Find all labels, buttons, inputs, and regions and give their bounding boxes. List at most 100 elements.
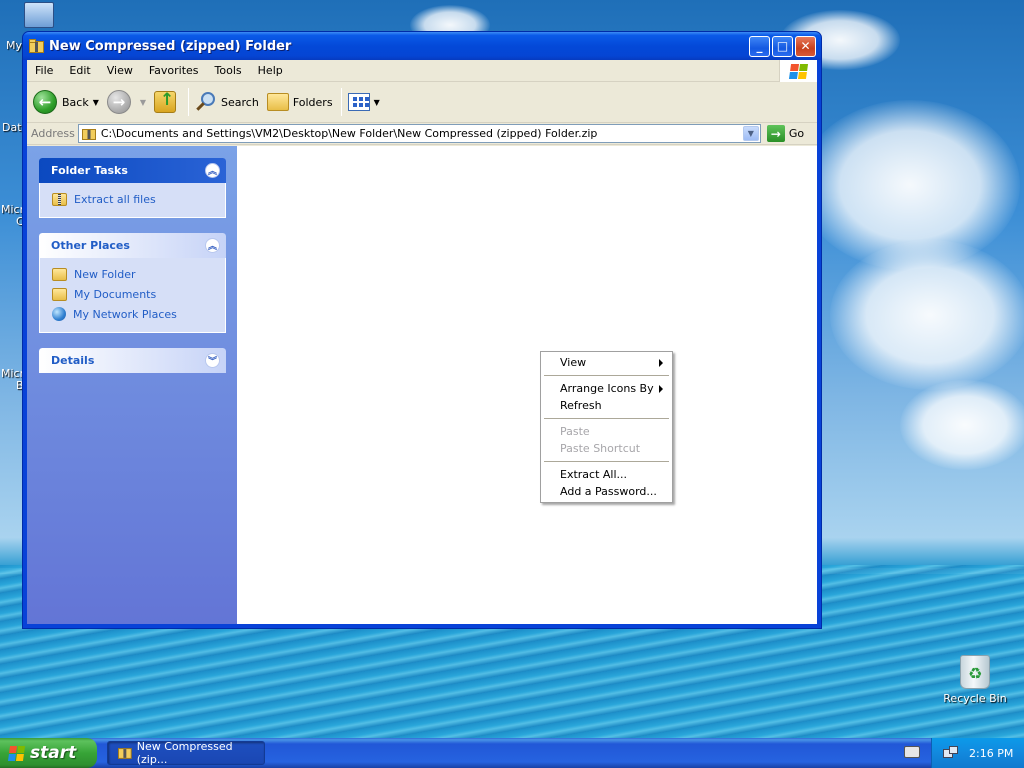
ctx-view-label: View <box>560 356 587 369</box>
my-documents-label: My Documents <box>74 287 157 301</box>
zip-folder-icon <box>29 39 44 53</box>
search-button[interactable]: Search <box>195 91 259 113</box>
ctx-arrange-label: Arrange Icons By <box>560 382 654 395</box>
other-places-header[interactable]: Other Places ︽ <box>39 233 226 258</box>
expand-chevron-icon[interactable]: ︾ <box>205 353 220 368</box>
start-button[interactable]: start <box>0 738 97 768</box>
maximize-button[interactable]: □ <box>772 35 793 57</box>
ctx-refresh-label: Refresh <box>560 399 602 412</box>
folder-tasks-title: Folder Tasks <box>51 164 128 177</box>
details-title: Details <box>51 354 95 367</box>
ctx-extract-all[interactable]: Extract All... <box>543 466 670 483</box>
new-folder-link[interactable]: New Folder <box>52 264 213 284</box>
forward-dropdown-icon[interactable]: ▼ <box>140 98 146 107</box>
folders-label: Folders <box>292 95 333 109</box>
menu-edit[interactable]: Edit <box>61 64 98 77</box>
maximize-icon: □ <box>776 39 789 53</box>
up-button[interactable] <box>154 90 180 113</box>
address-dropdown-icon[interactable]: ▼ <box>742 126 759 141</box>
desktop-icon-label[interactable]: Dat <box>2 121 22 134</box>
recycle-bin-label: Recycle Bin <box>943 692 1007 705</box>
back-dropdown-icon[interactable]: ▼ <box>93 98 99 107</box>
system-tray: 2:16 PM <box>931 738 1024 768</box>
ctx-paste-shortcut: Paste Shortcut <box>543 440 670 457</box>
details-header[interactable]: Details ︾ <box>39 348 226 373</box>
file-list-area[interactable] <box>237 146 817 624</box>
ctx-arrange-icons-by[interactable]: Arrange Icons By <box>543 380 670 397</box>
recycle-bin[interactable]: ♻ Recycle Bin <box>940 655 1010 705</box>
menu-favorites[interactable]: Favorites <box>141 64 207 77</box>
my-network-places-link[interactable]: My Network Places <box>52 304 213 324</box>
extract-all-files-label: Extract all files <box>74 192 156 206</box>
menu-bar: File Edit View Favorites Tools Help <box>27 60 817 82</box>
back-label: Back <box>62 95 89 109</box>
go-arrow-icon: → <box>766 125 785 142</box>
network-globe-icon <box>52 307 66 321</box>
explorer-window: New Compressed (zipped) Folder _ □ ✕ Fil… <box>22 31 822 629</box>
ctx-add-password-label: Add a Password... <box>560 485 657 498</box>
folder-tasks-header[interactable]: Folder Tasks ︽ <box>39 158 226 183</box>
taskbar-window-button[interactable]: New Compressed (zip... <box>107 740 265 766</box>
window-body: File Edit View Favorites Tools Help ← Ba… <box>27 60 817 624</box>
go-button[interactable]: → Go <box>766 125 805 142</box>
my-documents-icon <box>52 287 67 301</box>
views-dropdown-icon[interactable]: ▼ <box>374 98 380 107</box>
menu-separator <box>544 461 669 462</box>
toolbar: ← Back ▼ → ▼ Search Folders <box>27 82 817 123</box>
new-folder-label: New Folder <box>74 267 136 281</box>
address-field[interactable]: C:\Documents and Settings\VM2\Desktop\Ne… <box>77 124 761 143</box>
task-pane: Folder Tasks ︽ Extract all files Other P… <box>27 146 237 624</box>
ctx-add-password[interactable]: Add a Password... <box>543 483 670 500</box>
windows-logo-icon <box>779 60 817 82</box>
ctx-refresh[interactable]: Refresh <box>543 397 670 414</box>
ctx-extract-all-label: Extract All... <box>560 468 628 481</box>
back-button[interactable]: ← Back ▼ <box>33 90 99 114</box>
views-button[interactable]: ▼ <box>347 93 380 111</box>
menu-tools[interactable]: Tools <box>207 64 250 77</box>
menu-file[interactable]: File <box>27 64 61 77</box>
details-panel: Details ︾ <box>39 348 226 373</box>
taskbar: start New Compressed (zip... 2:16 PM <box>0 738 1024 768</box>
my-documents-link[interactable]: My Documents <box>52 284 213 304</box>
forward-button[interactable]: → ▼ <box>106 90 146 114</box>
toolbar-separator <box>188 88 190 116</box>
submenu-arrow-icon <box>659 359 663 367</box>
extract-all-files-link[interactable]: Extract all files <box>52 189 213 209</box>
desktop-icon-label[interactable]: My <box>6 39 22 52</box>
folders-button[interactable]: Folders <box>266 93 333 111</box>
taskbar-window-label: New Compressed (zip... <box>136 740 233 766</box>
my-computer-icon[interactable] <box>24 2 54 28</box>
network-connection-icon[interactable] <box>943 746 958 760</box>
keyboard-icon[interactable] <box>904 746 920 758</box>
address-path: C:\Documents and Settings\VM2\Desktop\Ne… <box>100 127 598 140</box>
go-label: Go <box>788 127 805 140</box>
menu-separator <box>544 418 669 419</box>
address-bar: Address C:\Documents and Settings\VM2\De… <box>27 123 817 145</box>
other-places-panel: Other Places ︽ New Folder My Documents M… <box>39 233 226 333</box>
clock[interactable]: 2:16 PM <box>969 747 1013 760</box>
close-button[interactable]: ✕ <box>795 35 816 57</box>
my-network-places-label: My Network Places <box>73 307 177 321</box>
ctx-paste: Paste <box>543 423 670 440</box>
windows-logo-icon <box>7 745 26 761</box>
folder-icon <box>52 267 67 281</box>
explorer-content: Folder Tasks ︽ Extract all files Other P… <box>27 146 817 624</box>
folders-icon <box>266 93 289 111</box>
collapse-chevron-icon[interactable]: ︽ <box>205 163 220 178</box>
menu-help[interactable]: Help <box>250 64 291 77</box>
views-icon <box>347 93 370 111</box>
collapse-chevron-icon[interactable]: ︽ <box>205 238 220 253</box>
start-label: start <box>30 743 77 763</box>
minimize-button[interactable]: _ <box>749 35 770 57</box>
menu-separator <box>544 375 669 376</box>
minimize-icon: _ <box>756 39 763 53</box>
zip-folder-icon <box>118 748 132 759</box>
title-bar[interactable]: New Compressed (zipped) Folder _ □ ✕ <box>23 32 821 60</box>
window-title: New Compressed (zipped) Folder <box>49 38 292 54</box>
forward-arrow-icon: → <box>106 90 131 114</box>
menu-view[interactable]: View <box>99 64 141 77</box>
search-icon <box>195 91 217 113</box>
sky-cloud <box>900 380 1024 470</box>
address-label: Address <box>31 127 75 140</box>
ctx-view[interactable]: View <box>543 354 670 371</box>
